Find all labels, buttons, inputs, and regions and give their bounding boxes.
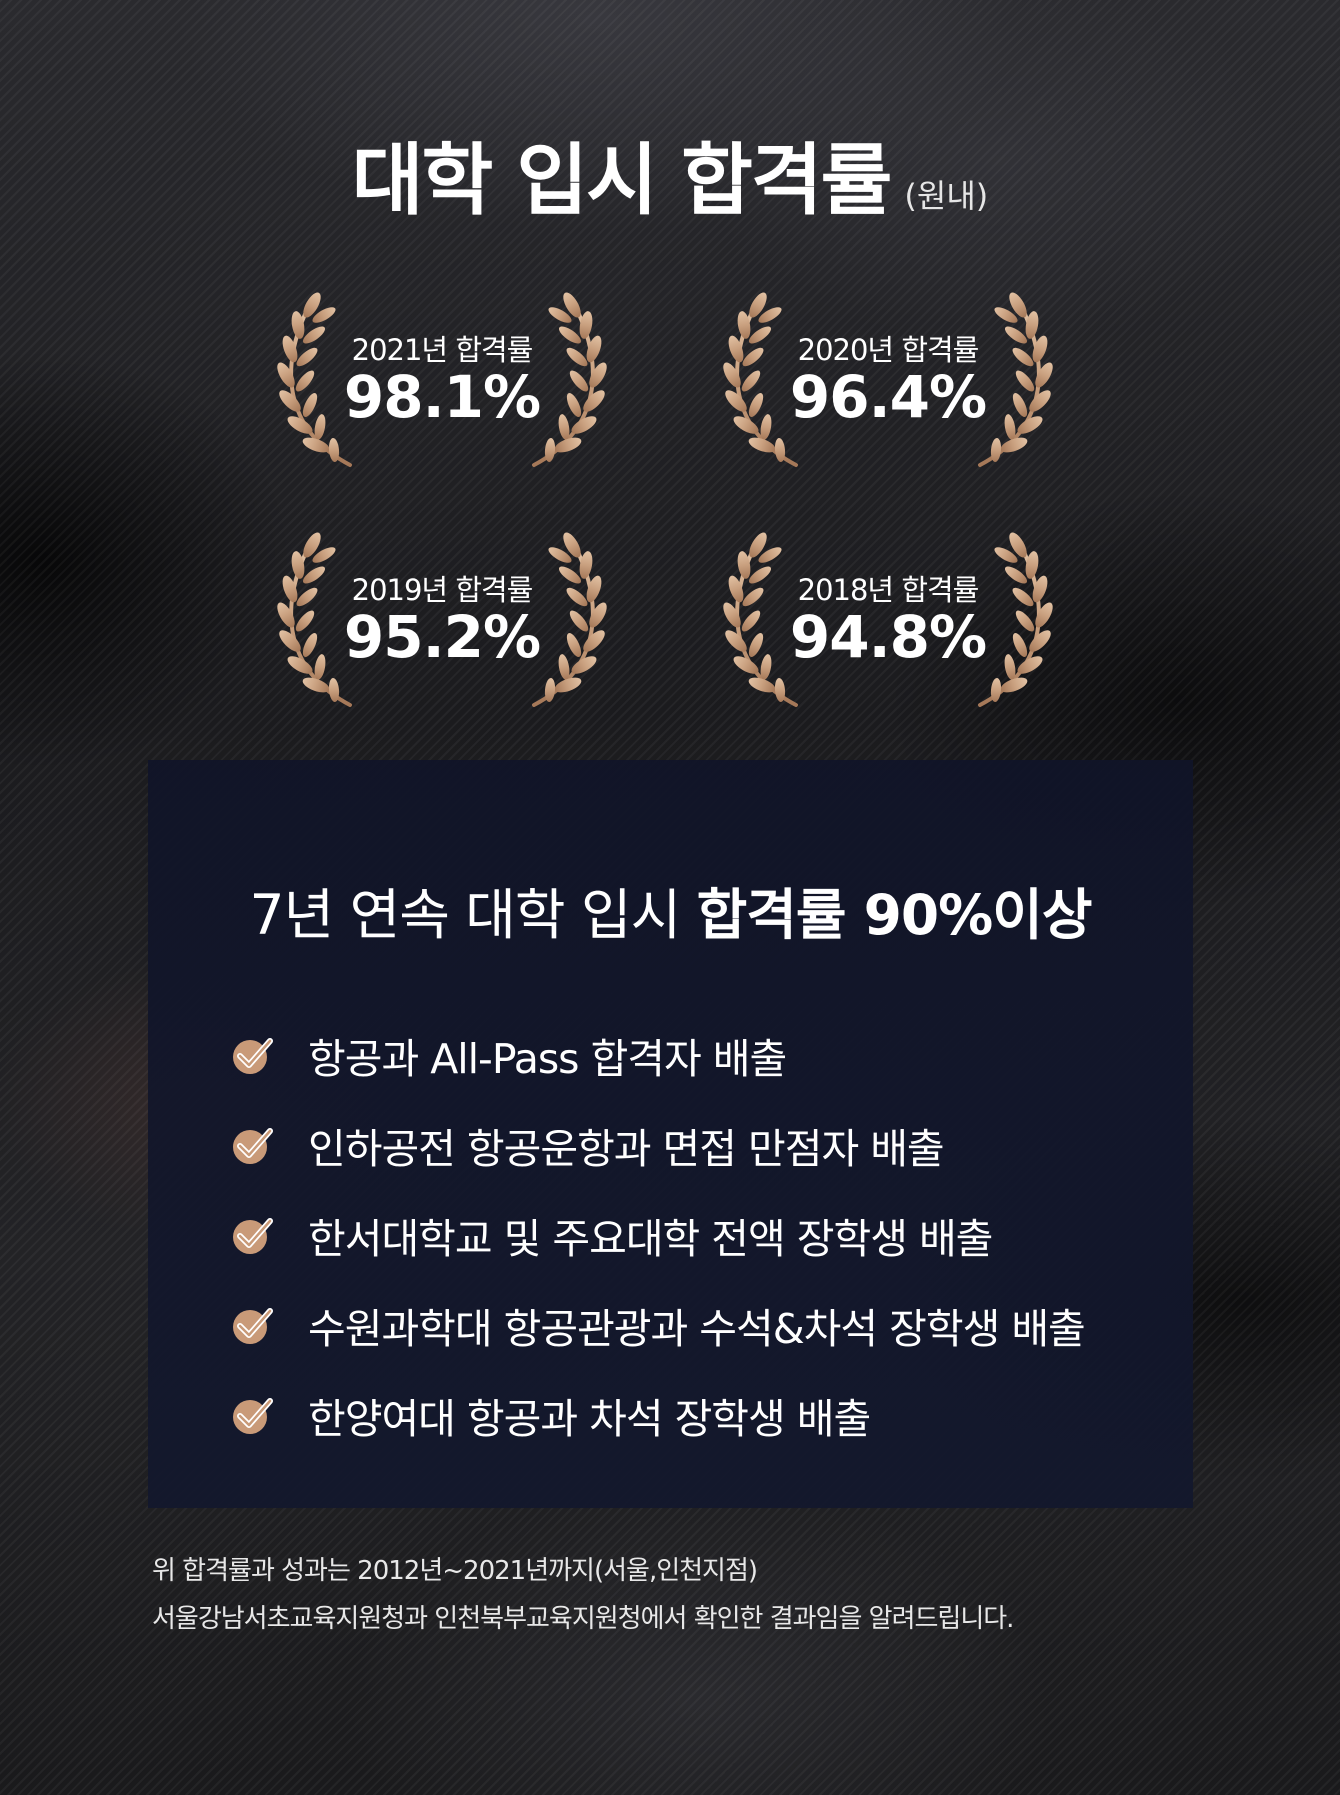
- check-circle-icon: [230, 1033, 274, 1077]
- panel-heading-normal: 7년 연속 대학 입시: [249, 883, 682, 947]
- award-rate: 95.2%: [343, 603, 541, 671]
- list-item: 수원과학대 항공관광과 수석&차석 장학생 배출: [230, 1280, 1170, 1370]
- list-item-text: 인하공전 항공운항과 면접 만점자 배출: [308, 1125, 945, 1173]
- award-rate: 94.8%: [789, 603, 987, 671]
- achievements-panel: 7년 연속 대학 입시 합격률 90%이상 항공과 All-Pass 합격자 배…: [148, 760, 1193, 1508]
- list-item: 인하공전 항공운항과 면접 만점자 배출: [230, 1100, 1170, 1190]
- page-title: 대학 입시 합격률: [351, 136, 893, 226]
- list-item-text: 한서대학교 및 주요대학 전액 장학생 배출: [308, 1215, 993, 1263]
- panel-heading: 7년 연속 대학 입시 합격률 90%이상: [148, 870, 1193, 950]
- award-2018: 2018년 합격률 94.8%: [718, 525, 1058, 715]
- award-rate: 96.4%: [789, 363, 987, 431]
- list-item: 한양여대 항공과 차석 장학생 배출: [230, 1370, 1170, 1460]
- award-2021: 2021년 합격률 98.1%: [272, 285, 612, 475]
- award-2019: 2019년 합격률 95.2%: [272, 525, 612, 715]
- award-2020: 2020년 합격률 96.4%: [718, 285, 1058, 475]
- award-rate: 98.1%: [343, 363, 541, 431]
- check-circle-icon: [230, 1303, 274, 1347]
- check-circle-icon: [230, 1123, 274, 1167]
- list-item-text: 항공과 All-Pass 합격자 배출: [308, 1035, 787, 1083]
- list-item: 항공과 All-Pass 합격자 배출: [230, 1010, 1170, 1100]
- footnote-line-2: 서울강남서초교육지원청과 인천북부교육지원청에서 확인한 결과임을 알려드립니다…: [152, 1604, 1014, 1634]
- achievement-list: 항공과 All-Pass 합격자 배출 인하공전 항공운항과 면접 만점자 배출…: [230, 1010, 1170, 1460]
- check-circle-icon: [230, 1213, 274, 1257]
- list-item-text: 수원과학대 항공관광과 수석&차석 장학생 배출: [308, 1305, 1086, 1353]
- page-title-row: 대학 입시 합격률 (원내): [0, 118, 1340, 230]
- footnote-line-1: 위 합격률과 성과는 2012년~2021년까지(서울,인천지점): [152, 1556, 758, 1586]
- page-title-note: (원내): [904, 177, 989, 215]
- footnote: 위 합격률과 성과는 2012년~2021년까지(서울,인천지점) 서울강남서초…: [152, 1547, 1014, 1643]
- check-circle-icon: [230, 1393, 274, 1437]
- list-item: 한서대학교 및 주요대학 전액 장학생 배출: [230, 1190, 1170, 1280]
- list-item-text: 한양여대 항공과 차석 장학생 배출: [308, 1395, 871, 1443]
- page-content: 대학 입시 합격률 (원내) 2021년 합격률 98.1% 2020년 합격률 …: [0, 0, 1340, 1795]
- panel-heading-strong: 합격률 90%이상: [696, 883, 1093, 947]
